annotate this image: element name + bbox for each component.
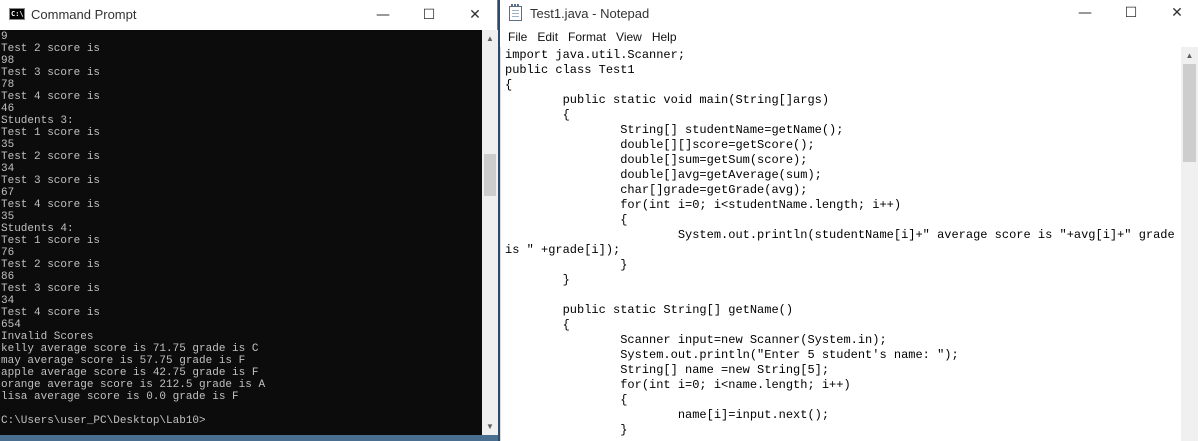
notepad-close-button[interactable]: ✕ (1154, 0, 1200, 26)
console-line: 35 (1, 211, 15, 223)
cmd-output-lines: 9 Test 2 score is 98 Test 3 score is 78 Test … (1, 31, 481, 427)
console-line: 654 (1, 319, 21, 331)
cmd-scroll-up-icon[interactable]: ▲ (482, 30, 498, 47)
code-line: System.out.println(studentName[i]+" aver… (505, 228, 1175, 242)
menu-help[interactable]: Help (647, 28, 682, 47)
menu-edit[interactable]: Edit (532, 28, 563, 47)
code-line: double[]avg=getAverage(sum); (505, 168, 822, 182)
cmd-scroll-thumb[interactable] (484, 154, 496, 196)
code-line: double[]sum=getSum(score); (505, 153, 808, 167)
code-line: { (505, 78, 513, 92)
notepad-title-bar[interactable]: Test1.java - Notepad — ☐ ✕ (500, 0, 1200, 28)
cmd-maximize-button[interactable]: ☐ (406, 0, 452, 30)
cmd-vertical-scrollbar[interactable]: ▲ ▼ (482, 30, 498, 435)
editor-border (500, 47, 501, 441)
code-line: System.out.println("Enter 5 student's na… (505, 348, 959, 362)
console-line: 34 (1, 163, 15, 175)
console-line: kelly average score is 71.75 grade is C (1, 343, 259, 355)
console-line: Test 4 score is (1, 91, 101, 103)
code-line: } (505, 273, 570, 287)
console-line: Students 3: (1, 115, 74, 127)
notepad-text-editor[interactable]: import java.util.Scanner; public class Te… (502, 47, 1181, 441)
notepad-minimize-button[interactable]: — (1062, 0, 1108, 26)
menu-file[interactable]: File (503, 28, 532, 47)
console-line: orange average score is 212.5 grade is A (1, 379, 266, 391)
console-line: Test 2 score is (1, 259, 101, 271)
code-line: String[] name =new String[5]; (505, 363, 830, 377)
code-line: is " +grade[i]); (505, 243, 621, 257)
console-line: C:\Users\user_PC\Desktop\Lab10> (1, 415, 206, 427)
desktop-strip (0, 435, 498, 441)
code-line: public static String[] getName() (505, 303, 794, 317)
code-line: { (505, 393, 628, 407)
code-line: } (505, 258, 628, 272)
notepad-app-icon (509, 4, 522, 21)
code-line: { (505, 108, 570, 122)
cmd-title-bar[interactable]: C:\. Command Prompt — ☐ ✕ (0, 0, 497, 30)
console-line: Test 4 score is (1, 307, 101, 319)
notepad-window[interactable]: Test1.java - Notepad — ☐ ✕ File Edit For… (500, 0, 1200, 441)
code-line: { (505, 318, 570, 332)
notepad-window-title: Test1.java - Notepad (530, 6, 650, 21)
console-line: 78 (1, 79, 15, 91)
cmd-app-icon: C:\. (9, 8, 28, 20)
code-line: Scanner input=new Scanner(System.in); (505, 333, 887, 347)
code-line: for(int i=0; i<name.length; i++) (505, 378, 851, 392)
command-prompt-window[interactable]: C:\. Command Prompt — ☐ ✕ 9 Test 2 score … (0, 0, 498, 441)
console-line: Invalid Scores (1, 331, 94, 343)
console-line: 46 (1, 103, 15, 115)
console-line: Students 4: (1, 223, 74, 235)
cmd-window-title: Command Prompt (31, 7, 137, 22)
console-line: Test 3 score is (1, 175, 101, 187)
console-line: Test 2 score is (1, 151, 101, 163)
cmd-scroll-down-icon[interactable]: ▼ (482, 418, 498, 435)
code-line: double[][]score=getScore(); (505, 138, 815, 152)
console-line: 76 (1, 247, 15, 259)
console-line: Test 4 score is (1, 199, 101, 211)
console-line: Test 3 score is (1, 67, 101, 79)
console-line: 35 (1, 139, 15, 151)
code-line: for(int i=0; i<studentName.length; i++) (505, 198, 902, 212)
console-line: may average score is 57.75 grade is F (1, 355, 246, 367)
console-line: apple average score is 42.75 grade is F (1, 367, 259, 379)
code-line: char[]grade=getGrade(avg); (505, 183, 808, 197)
console-line: lisa average score is 0.0 grade is F (1, 391, 239, 403)
code-line: import java.util.Scanner; (505, 48, 686, 62)
console-line: 67 (1, 187, 15, 199)
console-line: 98 (1, 55, 15, 67)
console-line: 86 (1, 271, 15, 283)
code-lines: import java.util.Scanner; public class Te… (505, 48, 1181, 438)
notepad-menu-bar: File Edit Format View Help (500, 28, 682, 47)
code-line: public static void main(String[]args) (505, 93, 830, 107)
console-line: 34 (1, 295, 15, 307)
notepad-scroll-thumb[interactable] (1183, 64, 1196, 162)
notepad-maximize-button[interactable]: ☐ (1108, 0, 1154, 26)
code-line: { (505, 213, 628, 227)
console-line: Test 2 score is (1, 43, 101, 55)
console-line: 9 (1, 31, 8, 43)
notepad-scroll-up-icon[interactable]: ▲ (1181, 47, 1198, 64)
cmd-console-output[interactable]: 9 Test 2 score is 98 Test 3 score is 78 Test … (0, 30, 482, 435)
code-line: String[] studentName=getName(); (505, 123, 844, 137)
console-line: Test 1 score is (1, 127, 101, 139)
menu-format[interactable]: Format (563, 28, 611, 47)
console-line: Test 1 score is (1, 235, 101, 247)
code-line: } (505, 423, 628, 437)
code-line: name[i]=input.next(); (505, 408, 830, 422)
notepad-vertical-scrollbar[interactable]: ▲ (1181, 47, 1198, 441)
code-line: public class Test1 (505, 63, 635, 77)
cmd-close-button[interactable]: ✕ (452, 0, 498, 30)
cmd-minimize-button[interactable]: — (360, 0, 406, 30)
menu-view[interactable]: View (611, 28, 647, 47)
console-line: Test 3 score is (1, 283, 101, 295)
